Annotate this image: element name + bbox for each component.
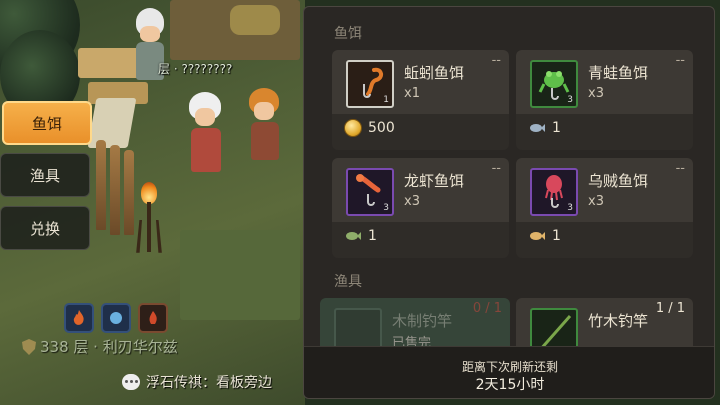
item-name: 龙虾鱼饵 [404, 172, 465, 190]
shop-panel: 鱼饵 -- 1 蚯蚓鱼饵 x1 500 -- 3 青蛙鱼饵 x3 1 -- 3 … [303, 6, 715, 399]
thumb-qty: 3 [383, 203, 389, 213]
item-price: 1 [368, 228, 377, 244]
item-price: 500 [368, 120, 395, 136]
purchase-limit: 0 / 1 [472, 301, 502, 316]
skill-water-icon[interactable] [101, 303, 131, 333]
purchase-limit: -- [491, 161, 501, 176]
refresh-label: 距离下次刷新还剩 [461, 360, 558, 374]
tab-exchange[interactable]: 兑换 [0, 206, 90, 250]
item-name: 乌贼鱼饵 [588, 172, 649, 190]
fence-post [110, 145, 120, 235]
purchase-limit: -- [675, 53, 685, 68]
bush [230, 5, 280, 35]
shop-item-card[interactable]: -- 3 青蛙鱼饵 x3 1 [516, 50, 693, 170]
purchase-limit: -- [491, 53, 501, 68]
fish-token-icon [530, 124, 545, 132]
golden-fish-token-icon [530, 232, 545, 240]
section-title-gear: 渔具 [334, 274, 362, 290]
companion-character[interactable] [245, 88, 285, 168]
item-name: 木制钓竿 [392, 312, 453, 330]
refresh-footer: 距离下次刷新还剩 2天15小时 [304, 346, 714, 398]
gold-coin-icon [344, 119, 362, 137]
item-count: x1 [404, 86, 420, 101]
tab-exchange-label: 兑换 [29, 219, 60, 238]
item-name: 青蛙鱼饵 [588, 64, 649, 82]
skill-flame-icon[interactable] [138, 303, 168, 333]
shop-item-card[interactable]: -- 3 龙虾鱼饵 x3 1 [332, 158, 509, 278]
player-name-label: 层 · ???????? [158, 62, 233, 76]
thumb-qty: 3 [567, 203, 573, 213]
torch [136, 182, 162, 253]
item-name: 竹木钓竿 [588, 312, 649, 330]
npc-character[interactable] [130, 8, 170, 93]
thumb-qty: 1 [383, 95, 389, 105]
game-scene[interactable]: 层 · ???????? 鱼饵 渔具 兑换 338 层 · 利刃华尔兹 浮石传祺… [0, 0, 305, 405]
item-name: 蚯蚓鱼饵 [404, 64, 465, 82]
item-price: 1 [552, 228, 561, 244]
skill-fire-icon[interactable] [64, 303, 94, 333]
purchase-limit: 1 / 1 [655, 301, 685, 316]
frog-bait-icon: 3 [530, 60, 578, 108]
thumb-qty: 3 [567, 95, 573, 105]
tab-bait[interactable]: 鱼饵 [2, 101, 92, 145]
item-count: x3 [588, 194, 604, 209]
shop-item-card[interactable]: -- 1 蚯蚓鱼饵 x1 500 [332, 50, 509, 170]
tab-bait-label: 鱼饵 [31, 114, 62, 133]
grass-patch [180, 230, 300, 320]
item-count: x3 [588, 86, 604, 101]
tent [87, 98, 137, 148]
floor-info-text: 338 层 · 利刃华尔兹 [40, 338, 178, 356]
lobster-bait-icon: 3 [346, 168, 394, 216]
worm-bait-icon: 1 [346, 60, 394, 108]
tab-gear[interactable]: 渔具 [0, 153, 90, 197]
floor-info: 338 层 · 利刃华尔兹 [22, 336, 178, 357]
squid-bait-icon: 3 [530, 168, 578, 216]
shop-item-card[interactable]: -- 3 乌贼鱼饵 x3 1 [516, 158, 693, 278]
player-character[interactable] [183, 92, 229, 184]
chat-bubble-icon [122, 374, 140, 390]
section-title-bait: 鱼饵 [334, 26, 362, 42]
green-fish-token-icon [346, 232, 361, 240]
purchase-limit: -- [675, 161, 685, 176]
fence-post [124, 150, 134, 235]
refresh-timer: 2天15小时 [475, 377, 545, 393]
chat-preview[interactable]: 浮石传祺：看板旁边 [122, 372, 272, 392]
tab-gear-label: 渔具 [29, 166, 60, 185]
fence-post [96, 140, 106, 230]
chat-text: 浮石传祺：看板旁边 [146, 375, 272, 391]
item-price: 1 [552, 120, 561, 136]
floor-shield-icon [22, 338, 36, 355]
item-count: x3 [404, 194, 420, 209]
